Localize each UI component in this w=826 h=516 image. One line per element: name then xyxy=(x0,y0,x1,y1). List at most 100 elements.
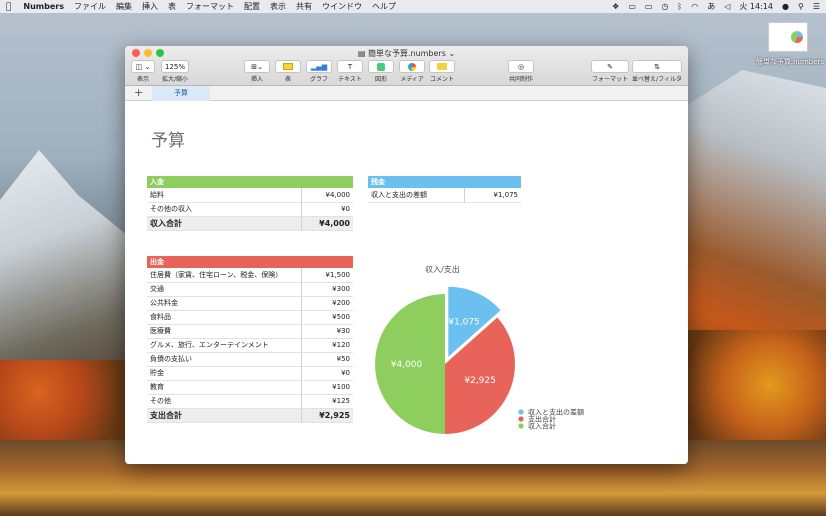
app-menu[interactable]: Numbers xyxy=(23,2,64,11)
page-title: 予算 xyxy=(151,131,185,151)
zoom-select[interactable]: 125% xyxy=(161,60,189,73)
desktop-foliage-right xyxy=(686,330,826,440)
desktop-file-thumbnail[interactable] xyxy=(768,22,808,52)
cell[interactable]: その他 xyxy=(147,394,301,409)
spotlight-icon[interactable]: ⚲ xyxy=(798,2,804,11)
balance-header[interactable]: 残金 xyxy=(368,176,521,188)
cell[interactable]: ¥120 xyxy=(300,338,353,353)
cell[interactable]: ¥30 xyxy=(300,324,353,339)
cell[interactable]: ¥200 xyxy=(300,296,353,311)
cell[interactable]: 交通 xyxy=(147,282,301,297)
menu-table[interactable]: 表 xyxy=(168,1,176,12)
cell[interactable]: 貯金 xyxy=(147,366,301,381)
chart-button[interactable]: ▂▄▆ xyxy=(306,60,332,73)
cell[interactable]: ¥1,500 xyxy=(300,268,353,283)
cell[interactable]: ¥4,000 xyxy=(300,188,353,203)
chart-title[interactable]: 収入/支出 xyxy=(425,264,460,275)
cell[interactable]: ¥0 xyxy=(300,366,353,381)
pie-slice[interactable] xyxy=(375,294,445,434)
insert-button[interactable]: ⊞⌄ xyxy=(244,60,270,73)
text-label: テキスト xyxy=(338,76,362,83)
input-mode[interactable]: あ xyxy=(707,1,715,12)
notification-center-icon[interactable]: ☰ xyxy=(813,2,820,11)
table-row: その他の収入 ¥0 xyxy=(147,202,353,217)
file-thumbnail-pie-icon xyxy=(791,31,803,43)
cell[interactable]: ¥4,000 xyxy=(300,216,353,231)
wifi-icon[interactable]: ◠ xyxy=(691,2,698,11)
dropbox-icon[interactable]: ❖ xyxy=(612,2,619,11)
cell[interactable]: 給料 xyxy=(147,188,301,203)
cell[interactable]: 住居費（家賃、住宅ローン、税金、保険） xyxy=(147,268,301,283)
bluetooth-icon[interactable]: ᛒ xyxy=(677,2,682,11)
cell[interactable]: 負債の支払い xyxy=(147,352,301,367)
menu-edit[interactable]: 編集 xyxy=(116,1,132,12)
pie-slice[interactable] xyxy=(448,286,501,357)
comment-button[interactable] xyxy=(429,60,455,73)
airplay-icon[interactable]: ▭ xyxy=(645,2,653,11)
collaborate-button[interactable]: ◎ xyxy=(508,60,534,73)
cell[interactable]: 医療費 xyxy=(147,324,301,339)
table-row: 医療費 ¥30 xyxy=(147,324,353,339)
shape-button[interactable] xyxy=(368,60,394,73)
income-header[interactable]: 入金 xyxy=(147,176,353,188)
tab-budget[interactable]: 予算 xyxy=(152,86,210,101)
comment-label: コメント xyxy=(429,76,454,83)
user-icon[interactable]: ● xyxy=(782,2,789,11)
pie-data-label: ¥4,000 xyxy=(391,360,423,370)
menu-window[interactable]: ウインドウ xyxy=(322,1,362,12)
pie-slice[interactable] xyxy=(445,317,515,434)
menu-format[interactable]: フォーマット xyxy=(186,1,234,12)
title-chevron-icon[interactable]: ⌄ xyxy=(448,49,455,58)
table-row: グルメ、旅行、エンターテインメント ¥120 xyxy=(147,338,353,353)
time-machine-icon[interactable]: ◷ xyxy=(661,2,668,11)
zoom-control: 125% 拡大/縮小 xyxy=(161,60,189,83)
menu-help[interactable]: ヘルプ xyxy=(372,1,396,12)
cell[interactable]: ¥100 xyxy=(300,380,353,395)
text-icon: T xyxy=(347,62,353,71)
view-button[interactable]: ◫ ⌄ xyxy=(131,60,155,73)
legend-swatch xyxy=(518,409,524,415)
legend-swatch xyxy=(518,423,524,429)
cell[interactable]: ¥300 xyxy=(300,282,353,297)
cell[interactable]: 収入と支出の差額 xyxy=(368,188,464,203)
volume-icon[interactable]: ◁ xyxy=(724,2,730,11)
sort-filter-button[interactable]: ⇅ xyxy=(632,60,682,73)
cell[interactable]: ¥1,075 xyxy=(463,188,521,203)
cell[interactable]: ¥125 xyxy=(300,394,353,409)
format-button[interactable]: ✎ xyxy=(591,60,629,73)
cell[interactable]: その他の収入 xyxy=(147,202,301,217)
income-total-row: 収入合計 ¥4,000 xyxy=(147,216,353,231)
menu-arrange[interactable]: 配置 xyxy=(244,1,260,12)
table-button[interactable] xyxy=(275,60,301,73)
cell[interactable]: グルメ、旅行、エンターテインメント xyxy=(147,338,301,353)
cell[interactable]: ¥0 xyxy=(300,202,353,217)
media-button[interactable] xyxy=(399,60,425,73)
cell[interactable]: 収入合計 xyxy=(147,216,301,231)
media-label: メディア xyxy=(400,76,424,83)
text-button[interactable]: T xyxy=(337,60,363,73)
menu-view[interactable]: 表示 xyxy=(270,1,286,12)
cell[interactable]: ¥500 xyxy=(300,310,353,325)
expense-header[interactable]: 出金 xyxy=(147,256,353,268)
menu-share[interactable]: 共有 xyxy=(296,1,312,12)
menu-insert[interactable]: 挿入 xyxy=(142,1,158,12)
battery-icon[interactable]: ▭ xyxy=(628,2,636,11)
table-label: 表 xyxy=(284,76,291,83)
cell[interactable]: ¥2,925 xyxy=(300,408,353,423)
sort-control: ⇅ 並べ替え/フィルタ xyxy=(632,60,682,83)
zoom-value: 125% xyxy=(164,62,185,71)
apple-menu-icon[interactable]:  xyxy=(6,2,11,12)
cell[interactable]: 教育 xyxy=(147,380,301,395)
sort-icon: ⇅ xyxy=(654,62,660,71)
view-label: 表示 xyxy=(136,76,149,83)
cell[interactable]: 公共料金 xyxy=(147,296,301,311)
media-icon xyxy=(408,62,416,71)
menu-file[interactable]: ファイル xyxy=(74,1,106,12)
desktop-file-label[interactable]: 簡単な予算.numbers xyxy=(752,57,826,67)
cell[interactable]: ¥50 xyxy=(300,352,353,367)
cell[interactable]: 支出合計 xyxy=(147,408,301,423)
add-sheet-button[interactable]: + xyxy=(134,86,143,99)
insert-label: 挿入 xyxy=(250,76,263,83)
clock[interactable]: 火 14:14 xyxy=(739,1,773,12)
cell[interactable]: 食料品 xyxy=(147,310,301,325)
